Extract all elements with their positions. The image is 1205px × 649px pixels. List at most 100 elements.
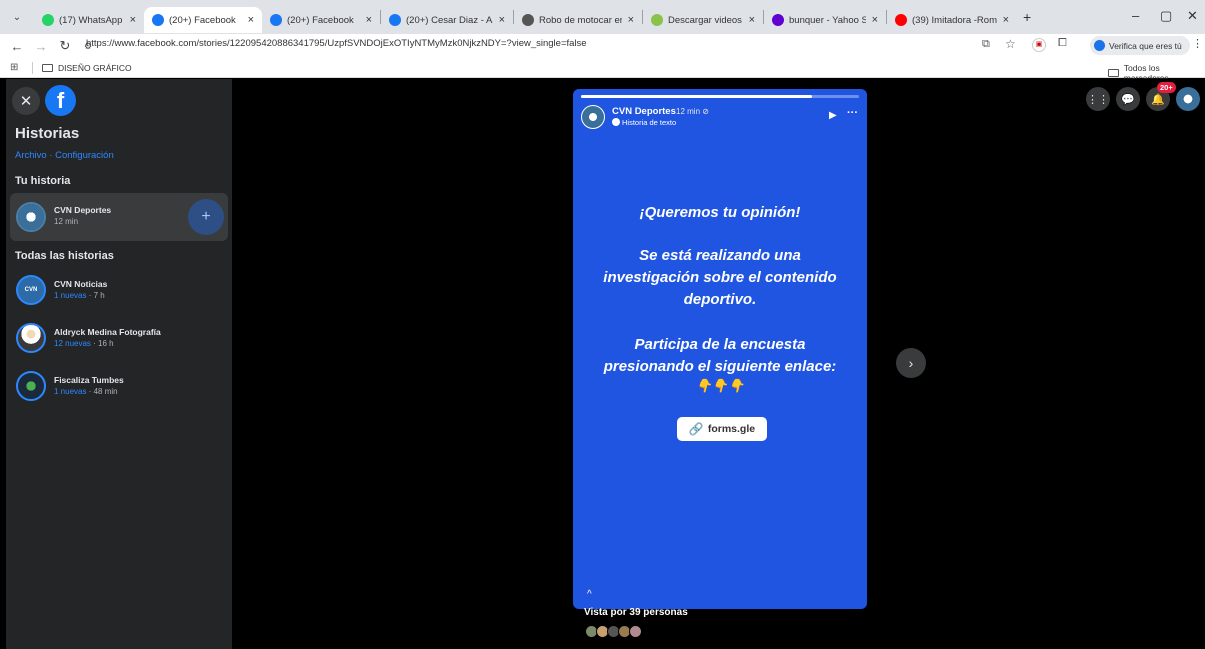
extensions-puzzle-icon[interactable]: ⧠ <box>1058 37 1067 50</box>
bookmark-star-icon[interactable]: ☆ <box>1005 37 1016 51</box>
cvn-deportes-logo-icon <box>18 204 44 230</box>
browser-menu-icon[interactable]: ⋮ <box>1192 37 1203 50</box>
yahoo-icon <box>772 14 784 26</box>
story-text-line: Participa de la encuesta <box>634 336 806 353</box>
close-window-icon[interactable]: ✕ <box>1187 8 1198 24</box>
tab-title: (17) WhatsApp <box>59 14 123 26</box>
download-icon <box>651 14 663 26</box>
browser-tab[interactable]: (20+) Facebook × <box>144 7 262 33</box>
story-card[interactable]: CVN Deportes 12 min ⊘ Historia de texto … <box>573 89 867 609</box>
forward-icon[interactable]: → <box>32 39 50 54</box>
tab-strip: ⌄ (17) WhatsApp × (20+) Facebook × (20+) Fac… <box>0 0 1205 34</box>
text-story-icon <box>612 118 620 126</box>
avatar <box>581 105 605 129</box>
your-story-item[interactable]: CVN Deportes 12 min + <box>10 193 228 241</box>
viewer-avatars[interactable] <box>585 625 642 638</box>
close-tab-icon[interactable]: × <box>499 14 505 26</box>
bookmarks-bar: ⊞ DISEÑO GRÁFICO Todos los marcadores <box>0 58 1205 83</box>
list-item[interactable]: Fiscaliza Tumbes 1 nuevas · 48 min <box>10 365 228 413</box>
survey-link-sticker[interactable]: 🔗 forms.gle <box>677 417 767 441</box>
story-time: 12 min <box>54 217 79 226</box>
pointing-down-emojis: 👇👇👇 <box>695 378 745 393</box>
all-stories-heading: Todas las historias <box>15 250 114 262</box>
profile-chip[interactable]: Verifica que eres tú <box>1090 36 1190 55</box>
minimize-icon[interactable]: – <box>1132 8 1139 23</box>
link-icon: 🔗 <box>688 422 704 436</box>
bookmark-folder-label: DISEÑO GRÁFICO <box>58 63 132 73</box>
extension-icon[interactable]: ▣ <box>1032 38 1046 52</box>
close-tab-icon[interactable]: × <box>248 14 254 26</box>
page-title: Historias <box>15 125 80 142</box>
close-tab-icon[interactable]: × <box>366 14 372 26</box>
stories-sidebar: ✕ f Historias Archivo · Configuración Tu… <box>6 79 232 649</box>
address-bar-row: ← → ↻ ⚙ https://www.facebook.com/stories… <box>0 34 1205 58</box>
facebook-icon <box>270 14 282 26</box>
whatsapp-icon <box>42 14 54 26</box>
notification-badge: 20+ <box>1157 82 1176 93</box>
menu-grid-icon[interactable]: ⋮⋮ <box>1086 87 1110 111</box>
reload-icon[interactable]: ↻ <box>56 38 74 54</box>
facebook-icon <box>152 14 164 26</box>
bookmark-separator <box>32 62 33 74</box>
browser-tab[interactable]: (17) WhatsApp × <box>34 7 144 33</box>
public-globe-icon: ⊘ <box>702 107 709 116</box>
folder-icon <box>1108 69 1119 77</box>
facebook-icon <box>389 14 401 26</box>
more-options-icon[interactable]: ··· <box>847 107 858 119</box>
close-tab-icon[interactable]: × <box>872 14 878 26</box>
play-icon[interactable]: ▶ <box>829 110 837 121</box>
close-tab-icon[interactable]: × <box>130 14 136 26</box>
browser-tab[interactable]: (20+) Facebook × <box>262 7 380 33</box>
close-tab-icon[interactable]: × <box>1003 14 1009 26</box>
expand-up-icon[interactable]: ^ <box>587 589 592 600</box>
tab-search-icon[interactable]: ⌄ <box>8 12 26 23</box>
cvn-logo-icon: CVN <box>24 287 38 293</box>
list-item[interactable]: CVN CVN Noticias 1 nuevas · 7 h <box>10 269 228 317</box>
story-meta: 1 nuevas · 48 min <box>54 387 118 396</box>
browser-tab[interactable]: bunquer - Yahoo Search × <box>764 7 886 33</box>
folder-icon <box>42 64 53 72</box>
browser-tab[interactable]: (20+) Cesar Diaz - ASFALT × <box>381 7 513 33</box>
bookmark-folder[interactable]: DISEÑO GRÁFICO <box>42 63 132 73</box>
facebook-logo-icon[interactable]: f <box>45 85 76 116</box>
close-tab-icon[interactable]: × <box>749 14 755 26</box>
new-tab-button[interactable]: + <box>1023 9 1031 25</box>
story-text-line: Se está realizando una <box>639 247 801 264</box>
tab-title: (39) Imitadora -Romeo Sa <box>912 14 997 26</box>
story-author-name: CVN Deportes <box>54 205 112 215</box>
tab-title: Descargar videos de Face <box>668 14 743 26</box>
story-progress-track <box>581 95 859 98</box>
archive-settings-links[interactable]: Archivo · Configuración <box>15 150 114 161</box>
messenger-icon[interactable]: 💬 <box>1116 87 1140 111</box>
tab-title: bunquer - Yahoo Search <box>789 14 866 26</box>
avatar: CVN <box>16 275 46 305</box>
url-field[interactable]: https://www.facebook.com/stories/1220954… <box>86 38 587 49</box>
globe-icon <box>522 14 534 26</box>
youtube-icon <box>895 14 907 26</box>
browser-tab[interactable]: Robo de motocar en Tum × <box>514 7 642 33</box>
tab-title: (20+) Facebook <box>287 14 354 26</box>
browser-tab[interactable]: (39) Imitadora -Romeo Sa × <box>887 7 1017 33</box>
close-stories-button[interactable]: ✕ <box>12 87 40 115</box>
viewer-count[interactable]: Vista por 39 personas <box>584 607 688 618</box>
story-meta: 1 nuevas · 7 h <box>54 291 105 300</box>
list-item[interactable]: Aldryck Medina Fotografía 12 nuevas · 16… <box>10 317 228 365</box>
account-avatar[interactable] <box>1176 87 1200 111</box>
browser-tab[interactable]: Descargar videos de Face × <box>643 7 763 33</box>
story-author-name: CVN Noticias <box>54 279 108 289</box>
restore-icon[interactable]: ▢ <box>1160 8 1172 24</box>
story-author-name[interactable]: CVN Deportes <box>612 106 676 117</box>
next-story-button[interactable]: › <box>896 348 926 378</box>
story-text-line: presionando el siguiente enlace: <box>603 358 837 375</box>
story-progress-fill <box>581 95 812 98</box>
apps-grid-icon[interactable]: ⊞ <box>10 62 18 73</box>
install-icon[interactable]: ⧉ <box>982 38 990 51</box>
story-author-name: Aldryck Medina Fotografía <box>54 327 161 337</box>
story-heading: ¡Queremos tu opinión! <box>639 204 801 221</box>
tab-title: (20+) Facebook <box>169 14 236 26</box>
close-tab-icon[interactable]: × <box>628 14 634 26</box>
add-story-button[interactable]: + <box>188 199 224 235</box>
story-text-line: deportivo. <box>683 291 757 308</box>
back-icon[interactable]: ← <box>8 39 26 54</box>
story-author-name: Fiscaliza Tumbes <box>54 375 124 385</box>
